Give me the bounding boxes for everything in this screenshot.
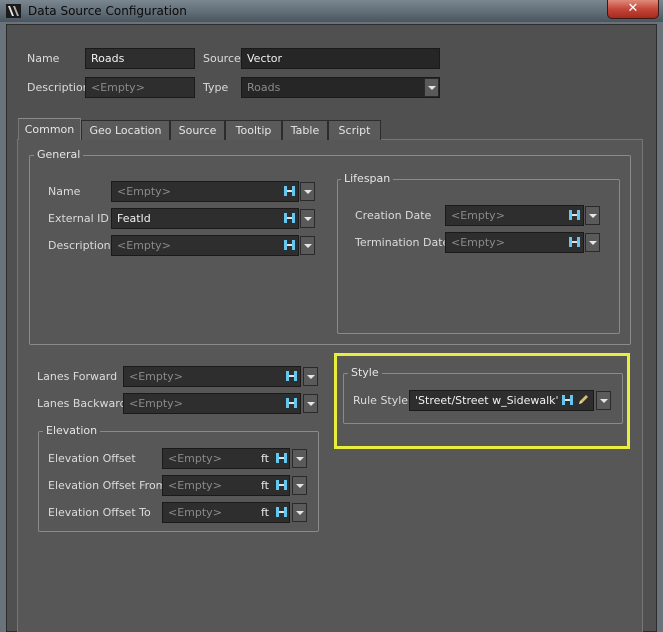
type-dropdown-icon[interactable]	[424, 78, 439, 97]
bind-variable-icon[interactable]	[284, 186, 295, 196]
external-id-label: External ID	[48, 212, 109, 225]
window-title: Data Source Configuration	[28, 4, 187, 18]
general-name-dropdown-icon[interactable]	[300, 182, 315, 201]
elevation-offset-from-field[interactable]: <Empty>	[162, 475, 290, 496]
bind-variable-icon[interactable]	[276, 453, 287, 463]
app-logo-icon	[6, 4, 21, 18]
bind-variable-icon[interactable]	[286, 398, 297, 408]
elevation-offset-unit: ft	[261, 452, 269, 465]
general-description-dropdown-icon[interactable]	[300, 236, 315, 255]
tab-geo-location[interactable]: Geo Location	[81, 120, 170, 140]
bind-variable-icon[interactable]	[276, 507, 287, 517]
lanes-backward-dropdown-icon[interactable]	[303, 394, 318, 413]
source-label: Source	[203, 52, 241, 65]
general-name-label: Name	[48, 185, 81, 198]
tab-common[interactable]: Common	[18, 118, 81, 140]
type-select[interactable]: Roads	[241, 77, 440, 98]
type-value: Roads	[247, 81, 281, 94]
lanes-backward-field[interactable]: <Empty>	[123, 393, 301, 414]
elevation-offset-field[interactable]: <Empty>	[162, 448, 290, 469]
general-title: General	[34, 148, 84, 161]
style-title: Style	[348, 366, 382, 379]
elevation-offset-to-field[interactable]: <Empty>	[162, 502, 290, 523]
tab-source[interactable]: Source	[170, 120, 225, 140]
bind-variable-icon[interactable]	[276, 480, 287, 490]
rule-style-dropdown-icon[interactable]	[596, 391, 611, 410]
description-field[interactable]: <Empty>	[85, 77, 195, 98]
bind-variable-icon[interactable]	[284, 213, 295, 223]
external-id-dropdown-icon[interactable]	[300, 209, 315, 228]
termination-date-dropdown-icon[interactable]	[585, 233, 600, 252]
general-name-field[interactable]: <Empty>	[111, 181, 299, 202]
description-label: Description	[27, 81, 90, 94]
close-icon: ✕	[627, 1, 639, 16]
rule-style-label: Rule Style	[353, 394, 409, 407]
elevation-offset-label: Elevation Offset	[48, 452, 136, 465]
elevation-offset-from-unit: ft	[261, 479, 269, 492]
lanes-forward-label: Lanes Forward	[37, 370, 118, 383]
elevation-offset-to-label: Elevation Offset To	[48, 506, 151, 519]
lifespan-group	[337, 179, 620, 334]
lifespan-title: Lifespan	[341, 172, 394, 185]
close-button[interactable]: ✕	[607, 0, 659, 19]
pencil-icon[interactable]	[577, 393, 590, 406]
general-description-label: Description	[48, 239, 111, 252]
tab-table[interactable]: Table	[282, 120, 328, 140]
creation-date-dropdown-icon[interactable]	[585, 206, 600, 225]
elevation-offset-to-dropdown-icon[interactable]	[292, 503, 307, 522]
bind-variable-icon[interactable]	[286, 371, 297, 381]
bind-variable-icon[interactable]	[284, 240, 295, 250]
external-id-field[interactable]: FeatId	[111, 208, 299, 229]
lanes-forward-field[interactable]: <Empty>	[123, 366, 301, 387]
creation-date-label: Creation Date	[355, 209, 432, 222]
termination-date-label: Termination Date	[355, 236, 450, 249]
lanes-forward-dropdown-icon[interactable]	[303, 367, 318, 386]
general-description-field[interactable]: <Empty>	[111, 235, 299, 256]
elevation-offset-to-unit: ft	[261, 506, 269, 519]
elevation-title: Elevation	[43, 424, 101, 437]
name-label: Name	[27, 52, 60, 65]
bind-variable-icon[interactable]	[569, 210, 580, 220]
elevation-offset-from-label: Elevation Offset From	[48, 479, 167, 492]
tab-script[interactable]: Script	[328, 120, 381, 140]
bind-variable-icon[interactable]	[562, 395, 573, 405]
creation-date-field[interactable]: <Empty>	[445, 205, 584, 226]
elevation-offset-from-dropdown-icon[interactable]	[292, 476, 307, 495]
title-bar: Data Source Configuration	[0, 0, 663, 22]
bind-variable-icon[interactable]	[569, 237, 580, 247]
termination-date-field[interactable]: <Empty>	[445, 232, 584, 253]
elevation-offset-dropdown-icon[interactable]	[292, 449, 307, 468]
type-label: Type	[203, 81, 229, 94]
lanes-backward-label: Lanes Backward	[37, 397, 127, 410]
tab-tooltip[interactable]: Tooltip	[225, 120, 282, 140]
name-field[interactable]: Roads	[85, 48, 195, 69]
source-field: Vector	[241, 48, 440, 69]
